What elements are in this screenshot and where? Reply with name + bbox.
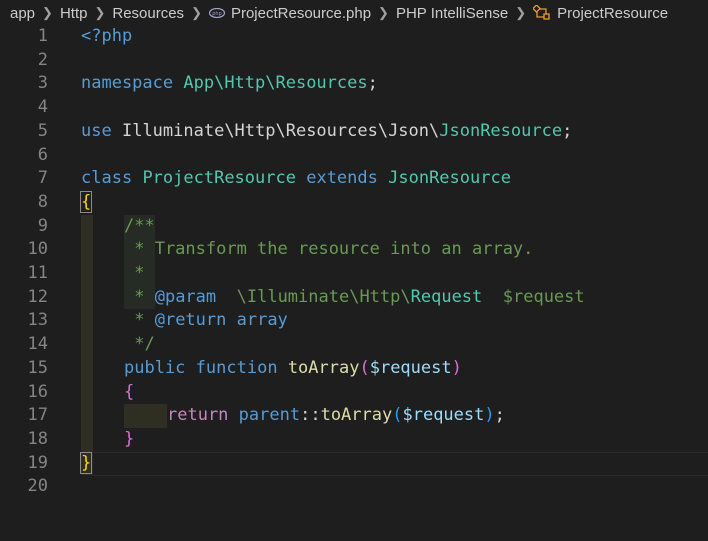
code-line: return parent::toArray($request); bbox=[167, 405, 505, 426]
line-number: 16 bbox=[27, 381, 48, 402]
breadcrumb: app ❯ Http ❯ Resources ❯ php ProjectReso… bbox=[0, 0, 708, 26]
line-number: 20 bbox=[27, 476, 48, 497]
code-line: } bbox=[79, 451, 93, 476]
line-number: 12 bbox=[27, 286, 48, 307]
code-editor[interactable]: 1 <?php 2 3 namespace App\Http\Resources; … bbox=[0, 25, 708, 541]
line-number: 13 bbox=[27, 310, 48, 331]
chevron-right-icon: ❯ bbox=[378, 5, 389, 20]
code-line: /** bbox=[124, 215, 155, 236]
breadcrumb-item-http[interactable]: Http bbox=[60, 5, 88, 22]
line-number: 5 bbox=[37, 120, 48, 141]
current-line-highlight bbox=[92, 451, 708, 476]
breadcrumb-item-file[interactable]: ProjectResource.php bbox=[231, 5, 371, 22]
chevron-right-icon: ❯ bbox=[191, 5, 202, 20]
line-number: 9 bbox=[37, 215, 48, 236]
line-number: 18 bbox=[27, 428, 48, 449]
line-number: 15 bbox=[27, 357, 48, 378]
code-line: <?php bbox=[81, 26, 133, 46]
code-line: { bbox=[124, 381, 135, 402]
breadcrumb-item-resources[interactable]: Resources bbox=[112, 5, 184, 22]
matched-bracket: } bbox=[79, 451, 93, 474]
code-line: * @return array bbox=[124, 310, 288, 331]
line-number: 10 bbox=[27, 239, 48, 260]
line-number: 8 bbox=[37, 191, 48, 212]
line-number: 14 bbox=[27, 334, 48, 355]
code-line: * @param \Illuminate\Http\Request $reque… bbox=[124, 286, 585, 307]
matched-bracket: { bbox=[79, 190, 93, 213]
code-line: namespace App\Http\Resources; bbox=[81, 73, 378, 94]
line-number: 1 bbox=[37, 26, 48, 46]
code-line: use Illuminate\Http\Resources\Json\JsonR… bbox=[81, 120, 573, 141]
breadcrumb-item-class[interactable]: ProjectResource bbox=[557, 5, 668, 22]
chevron-right-icon: ❯ bbox=[42, 5, 53, 20]
line-number: 4 bbox=[37, 97, 48, 118]
line-number: 19 bbox=[27, 452, 48, 473]
code-line: { bbox=[79, 190, 93, 215]
line-number: 3 bbox=[37, 73, 48, 94]
line-number: 11 bbox=[27, 263, 48, 283]
class-icon bbox=[533, 5, 551, 21]
line-number: 17 bbox=[27, 405, 48, 426]
svg-text:php: php bbox=[212, 11, 222, 17]
breadcrumb-item-intellisense[interactable]: PHP IntelliSense bbox=[396, 5, 508, 22]
line-number: 7 bbox=[37, 168, 48, 189]
line-number: 2 bbox=[37, 49, 48, 70]
code-line: * Transform the resource into an array. bbox=[124, 239, 534, 260]
breadcrumb-item-app[interactable]: app bbox=[10, 5, 35, 22]
code-line: */ bbox=[124, 334, 155, 355]
chevron-right-icon: ❯ bbox=[515, 5, 527, 20]
line-number: 6 bbox=[37, 144, 48, 165]
chevron-right-icon: ❯ bbox=[94, 5, 106, 20]
code-line: * bbox=[124, 263, 145, 283]
code-line: class ProjectResource extends JsonResour… bbox=[81, 168, 511, 189]
code-line: public function toArray($request) bbox=[124, 357, 462, 378]
code-line: } bbox=[124, 428, 135, 449]
php-file-icon: php bbox=[208, 8, 225, 18]
